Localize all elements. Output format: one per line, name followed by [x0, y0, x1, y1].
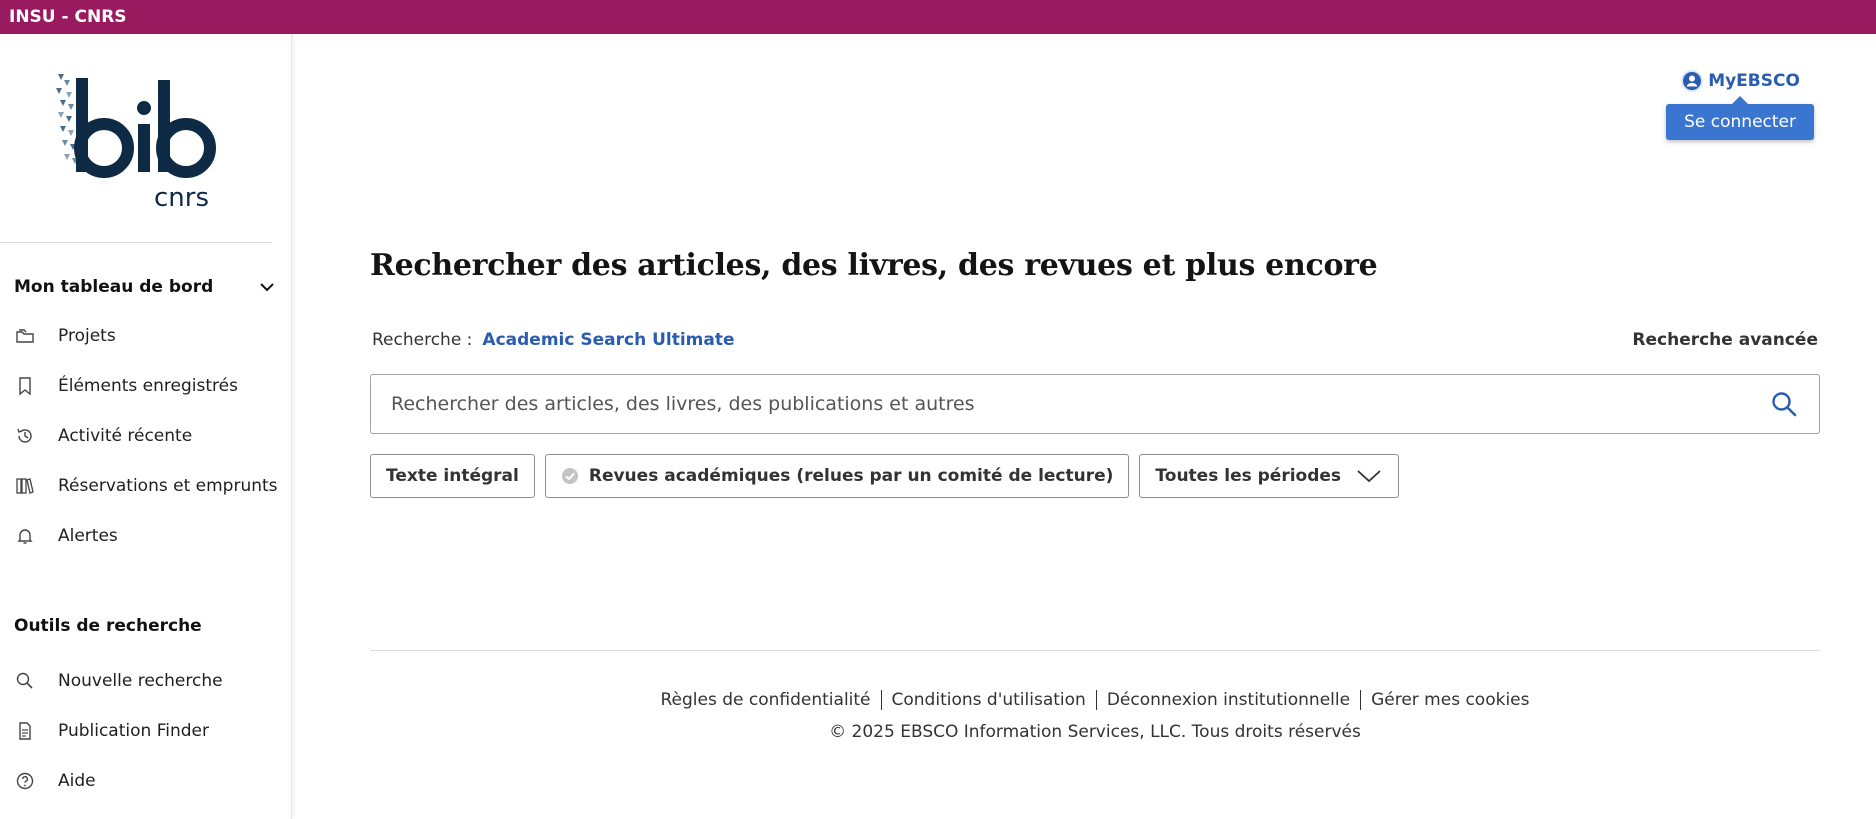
sign-in-button[interactable]: Se connecter	[1666, 96, 1814, 140]
dashboard-toggle[interactable]: Mon tableau de bord	[14, 272, 276, 302]
peer-reviewed-filter-label: Revues académiques (relues par un comité…	[588, 466, 1114, 486]
sidebar-item-label: Réservations et emprunts	[58, 476, 278, 496]
search-scope: Recherche : Academic Search Ultimate	[372, 330, 735, 350]
help-icon	[14, 770, 36, 792]
institution-bar: INSU - CNRS	[0, 0, 1876, 34]
sidebar-item-recent-activity[interactable]: Activité récente	[14, 421, 192, 451]
sidebar-item-label: Publication Finder	[58, 721, 209, 741]
institutional-logout-link[interactable]: Déconnexion institutionnelle	[1095, 690, 1360, 710]
bib-cnrs-logo[interactable]: cnrs	[54, 70, 224, 213]
copyright-text: © 2025 EBSCO Information Services, LLC. …	[829, 722, 1361, 742]
advanced-search-link[interactable]: Recherche avancée	[1632, 330, 1818, 350]
bell-icon	[14, 525, 36, 547]
main-content: MyEBSCO Se connecter Rechercher des arti…	[292, 34, 1876, 819]
user-avatar-icon	[1681, 70, 1704, 92]
svg-text:cnrs: cnrs	[154, 183, 209, 210]
sidebar-item-label: Projets	[58, 326, 116, 346]
sidebar-item-publication-finder[interactable]: Publication Finder	[14, 716, 209, 746]
manage-cookies-link[interactable]: Gérer mes cookies	[1360, 690, 1539, 710]
chevron-down-icon	[260, 283, 274, 292]
tools-heading: Outils de recherche	[14, 616, 202, 636]
database-selector-link[interactable]: Academic Search Ultimate	[482, 330, 734, 350]
sidebar-item-label: Éléments enregistrés	[58, 376, 238, 396]
sidebar-item-label: Aide	[58, 771, 96, 791]
search-icon[interactable]	[1769, 389, 1799, 419]
sidebar-item-new-search[interactable]: Nouvelle recherche	[14, 666, 223, 696]
period-dropdown[interactable]: Toutes les périodes	[1139, 454, 1400, 498]
bookmark-icon	[14, 375, 36, 397]
myebsco-link[interactable]: MyEBSCO	[1680, 66, 1800, 96]
page-title: Rechercher des articles, des livres, des…	[370, 248, 1378, 283]
search-box	[370, 374, 1820, 434]
myebsco-label: MyEBSCO	[1708, 71, 1800, 91]
chevron-down-icon	[1357, 470, 1381, 483]
footer-links: Règles de confidentialité Conditions d'u…	[370, 690, 1820, 710]
peer-reviewed-filter[interactable]: Revues académiques (relues par un comité…	[544, 454, 1130, 498]
scope-label: Recherche :	[372, 330, 473, 350]
period-dropdown-label: Toutes les périodes	[1155, 466, 1342, 486]
search-icon	[14, 670, 36, 692]
sidebar-divider	[0, 242, 272, 243]
sidebar-item-alerts[interactable]: Alertes	[14, 521, 118, 551]
sidebar-item-label: Activité récente	[58, 426, 193, 446]
logo-graphic: cnrs	[56, 74, 216, 213]
document-icon	[14, 720, 36, 742]
sidebar-item-help[interactable]: Aide	[14, 766, 96, 796]
account-area: MyEBSCO Se connecter	[1666, 66, 1814, 140]
history-icon	[14, 425, 36, 447]
sidebar-item-label: Nouvelle recherche	[58, 671, 223, 691]
search-input[interactable]	[391, 393, 1769, 415]
books-icon	[14, 475, 36, 497]
sidebar: cnrs Mon tableau de bord Projets Élément…	[0, 34, 292, 819]
privacy-link[interactable]: Règles de confidentialité	[650, 690, 880, 710]
institution-name: INSU - CNRS	[9, 7, 127, 27]
checkmark-badge-icon	[561, 468, 578, 484]
fulltext-filter-label: Texte intégral	[386, 466, 519, 486]
footer-divider	[370, 650, 1820, 651]
sidebar-item-reservations[interactable]: Réservations et emprunts	[14, 471, 278, 501]
search-filters: Texte intégral Revues académiques (relue…	[370, 454, 1400, 498]
sidebar-item-projets[interactable]: Projets	[14, 321, 116, 351]
sidebar-item-saved[interactable]: Éléments enregistrés	[14, 371, 238, 401]
terms-link[interactable]: Conditions d'utilisation	[880, 690, 1096, 710]
sidebar-item-label: Alertes	[58, 526, 118, 546]
fulltext-filter[interactable]: Texte intégral	[370, 454, 535, 498]
folders-icon	[14, 325, 36, 347]
dashboard-heading: Mon tableau de bord	[14, 277, 214, 297]
